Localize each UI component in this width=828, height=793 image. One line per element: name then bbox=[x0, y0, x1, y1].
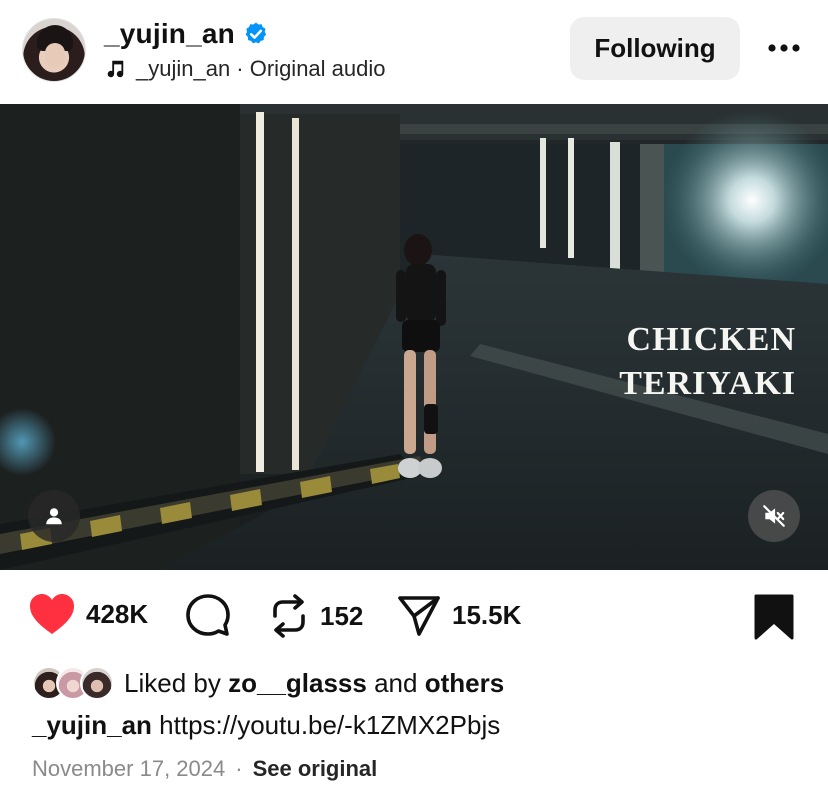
liker-avatar bbox=[80, 666, 114, 700]
tagged-users-button[interactable] bbox=[28, 490, 80, 542]
save-button[interactable] bbox=[752, 592, 796, 642]
liked-by-others[interactable]: others bbox=[425, 668, 504, 698]
more-horizontal-icon bbox=[768, 44, 800, 52]
video-title-overlay: CHICKEN TERIYAKI bbox=[619, 318, 796, 406]
music-note-icon bbox=[107, 60, 124, 78]
liked-by-row[interactable]: Liked by zo__glasss and others bbox=[32, 666, 504, 700]
post-caption: _yujin_an https://youtu.be/-k1ZMX2Pbjs bbox=[32, 710, 500, 741]
username-row: _yujin_an bbox=[104, 18, 269, 50]
post-actions: 428K 152 15.5K bbox=[0, 592, 828, 646]
comment-button[interactable] bbox=[184, 592, 232, 638]
meta-separator: · bbox=[235, 756, 243, 781]
post-header: _yujin_an _yujin_an · Original audio Fol… bbox=[0, 0, 828, 104]
share-button[interactable]: 15.5K bbox=[396, 592, 521, 638]
share-count: 15.5K bbox=[452, 599, 522, 630]
liked-by-text: Liked by zo__glasss and others bbox=[124, 668, 504, 699]
repost-count: 152 bbox=[320, 600, 364, 631]
repost-icon bbox=[273, 594, 305, 638]
comment-icon bbox=[186, 594, 230, 636]
username[interactable]: _yujin_an bbox=[104, 18, 235, 50]
liked-by-conj: and bbox=[374, 667, 418, 698]
send-icon bbox=[398, 596, 440, 636]
video-title-line1: CHICKEN bbox=[626, 321, 796, 358]
audio-row[interactable]: _yujin_an · Original audio bbox=[104, 56, 386, 82]
heart-filled-icon bbox=[30, 594, 74, 634]
verified-badge-icon bbox=[245, 22, 267, 44]
see-original-link[interactable]: See original bbox=[253, 756, 378, 782]
bookmark-filled-icon bbox=[754, 594, 794, 640]
avatar-face bbox=[45, 43, 65, 67]
liked-by-user[interactable]: zo__glasss bbox=[228, 668, 367, 698]
video-title-line2: TERIYAKI bbox=[619, 365, 796, 402]
mute-toggle-button[interactable] bbox=[748, 490, 800, 542]
audio-label: _yujin_an · Original audio bbox=[136, 56, 386, 81]
more-options-button[interactable] bbox=[760, 30, 808, 66]
post-meta: November 17, 2024 · See original bbox=[32, 756, 377, 782]
avatar[interactable] bbox=[22, 18, 86, 82]
person-icon bbox=[46, 508, 62, 525]
repost-button[interactable]: 152 bbox=[268, 592, 363, 640]
following-button[interactable]: Following bbox=[570, 17, 740, 80]
liked-by-prefix: Liked by bbox=[124, 667, 221, 698]
post-date: November 17, 2024 bbox=[32, 756, 226, 781]
like-button[interactable]: 428K bbox=[28, 592, 148, 636]
like-count: 428K bbox=[86, 598, 149, 629]
caption-link[interactable]: https://youtu.be/-k1ZMX2Pbjs bbox=[159, 710, 500, 740]
video-player[interactable]: CHICKEN TERIYAKI bbox=[0, 104, 828, 570]
speaker-muted-icon bbox=[763, 505, 785, 527]
caption-username[interactable]: _yujin_an bbox=[32, 710, 152, 740]
